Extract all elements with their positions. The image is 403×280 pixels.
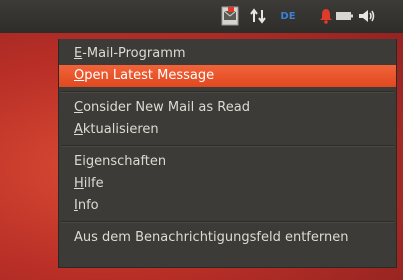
menu-item-label: ktualisieren [82,122,159,137]
mnemonic: E [74,46,83,61]
menu-item-label: ilfe [83,176,104,191]
menu-item-label: enschaften [94,154,167,169]
menu-item-label: Aus dem Benachrichtigungsfeld entfernen [74,230,349,245]
mnemonic: H [74,176,84,191]
battery-icon[interactable] [336,6,354,26]
menu-separator [61,221,394,223]
menu-item-consider-read[interactable]: Consider New Mail as Read [59,97,396,119]
mail-notification-icon[interactable] [221,6,239,26]
menu-item-label: pen Latest Message [84,68,215,83]
top-panel: DE [0,0,403,33]
menu-item-mail-program[interactable]: E-Mail-Programm [59,43,396,65]
keyboard-layout-indicator[interactable]: DE [279,6,297,26]
mnemonic: A [74,122,83,137]
menu-item-info[interactable]: Info [59,195,396,217]
menu-item-open-latest-message[interactable]: Open Latest Message [59,65,396,87]
mnemonic: C [74,100,84,115]
menu-item-label: nfo [77,198,99,213]
mnemonic: O [74,68,85,83]
volume-icon[interactable] [358,6,376,26]
tray-context-menu: E-Mail-Programm Open Latest Message Cons… [58,39,397,268]
menu-item-help[interactable]: Hilfe [59,173,396,195]
menu-item-label: onsider New Mail as Read [83,100,250,115]
menu-item-label-prefix: Ei [74,154,86,169]
menu-item-remove-from-tray[interactable]: Aus dem Benachrichtigungsfeld entfernen [59,227,396,249]
keyboard-layout-label: DE [280,10,296,22]
mnemonic: g [85,154,95,169]
menu-item-properties[interactable]: Eigenschaften [59,151,396,173]
menu-separator [61,145,394,147]
menu-separator [61,91,394,93]
menu-item-label: -Mail-Programm [82,46,186,61]
menu-item-refresh[interactable]: Aktualisieren [59,119,396,141]
network-arrows-icon[interactable] [249,6,267,26]
notification-bell-icon[interactable] [319,6,333,26]
